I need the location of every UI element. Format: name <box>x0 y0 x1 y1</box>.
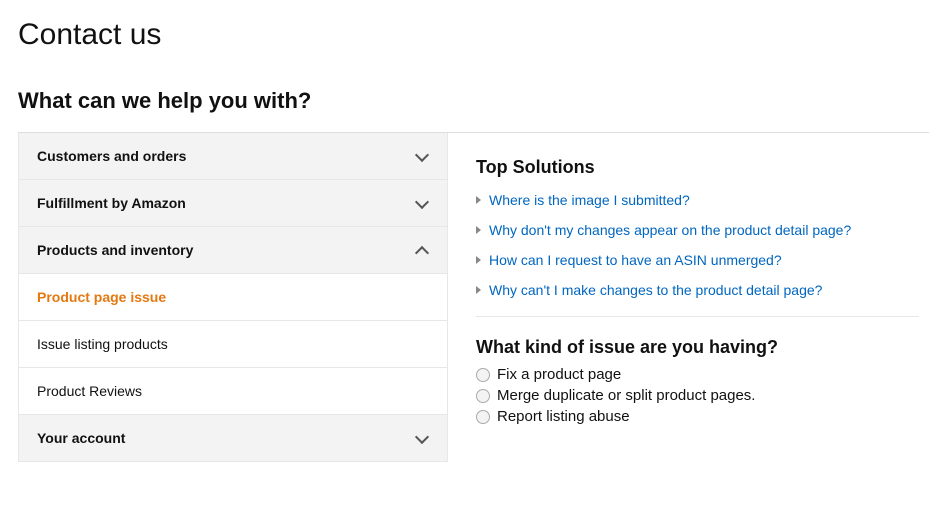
issue-option-label: Report listing abuse <box>497 408 630 425</box>
sidebar-item-fulfillment[interactable]: Fulfillment by Amazon <box>18 180 447 227</box>
issue-option-label: Merge duplicate or split product pages. <box>497 387 755 404</box>
sidebar-sub-issue-listing[interactable]: Issue listing products <box>18 321 447 368</box>
sidebar-item-label: Products and inventory <box>37 242 193 258</box>
chevron-down-icon <box>415 431 429 445</box>
solution-link[interactable]: Why don't my changes appear on the produ… <box>476 222 919 238</box>
sidebar-sub-product-page-issue[interactable]: Product page issue <box>18 274 447 321</box>
triangle-right-icon <box>476 226 481 234</box>
radio-icon <box>476 389 490 403</box>
help-heading: What can we help you with? <box>18 88 929 114</box>
sidebar-sub-label: Product page issue <box>37 289 166 305</box>
section-divider <box>476 316 919 317</box>
sidebar-item-label: Your account <box>37 430 125 446</box>
sidebar-item-customers-orders[interactable]: Customers and orders <box>18 133 447 180</box>
issue-option-report-abuse[interactable]: Report listing abuse <box>476 408 919 425</box>
solution-link-text: Where is the image I submitted? <box>489 192 690 208</box>
issue-option-merge-split[interactable]: Merge duplicate or split product pages. <box>476 387 919 404</box>
issue-heading: What kind of issue are you having? <box>476 337 919 358</box>
sidebar-item-products-inventory[interactable]: Products and inventory <box>18 227 447 274</box>
sidebar-item-label: Customers and orders <box>37 148 186 164</box>
solution-link[interactable]: Why can't I make changes to the product … <box>476 282 919 298</box>
main-panel: Top Solutions Where is the image I submi… <box>448 133 929 462</box>
solution-link[interactable]: Where is the image I submitted? <box>476 192 919 208</box>
chevron-down-icon <box>415 196 429 210</box>
top-solutions-heading: Top Solutions <box>476 157 919 178</box>
issue-option-fix-page[interactable]: Fix a product page <box>476 366 919 383</box>
solution-link[interactable]: How can I request to have an ASIN unmerg… <box>476 252 919 268</box>
category-sidebar: Customers and orders Fulfillment by Amaz… <box>18 133 448 462</box>
issue-option-label: Fix a product page <box>497 366 621 383</box>
sidebar-sub-product-reviews[interactable]: Product Reviews <box>18 368 447 415</box>
solution-link-text: How can I request to have an ASIN unmerg… <box>489 252 782 268</box>
sidebar-sub-label: Issue listing products <box>37 336 168 352</box>
page-title: Contact us <box>18 18 929 52</box>
sidebar-item-your-account[interactable]: Your account <box>18 415 447 462</box>
triangle-right-icon <box>476 286 481 294</box>
triangle-right-icon <box>476 256 481 264</box>
triangle-right-icon <box>476 196 481 204</box>
sidebar-sub-label: Product Reviews <box>37 383 142 399</box>
chevron-down-icon <box>415 149 429 163</box>
solution-link-text: Why can't I make changes to the product … <box>489 282 822 298</box>
radio-icon <box>476 410 490 424</box>
sidebar-item-label: Fulfillment by Amazon <box>37 195 186 211</box>
chevron-up-icon <box>415 243 429 257</box>
radio-icon <box>476 368 490 382</box>
solution-link-text: Why don't my changes appear on the produ… <box>489 222 851 238</box>
main-layout: Customers and orders Fulfillment by Amaz… <box>18 132 929 462</box>
